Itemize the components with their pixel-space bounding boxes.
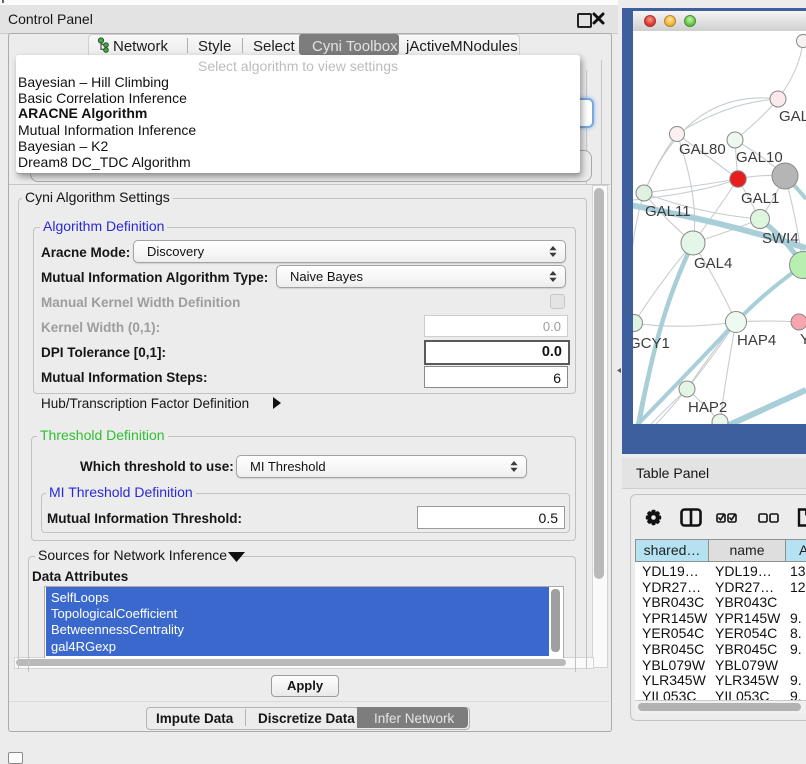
svg-text:HAP2: HAP2 — [688, 399, 727, 416]
svg-text:GAL2: GAL2 — [779, 108, 806, 125]
svg-text:GCY1: GCY1 — [633, 335, 670, 352]
svg-text:SWI4: SWI4 — [762, 230, 799, 247]
svg-text:GAL10: GAL10 — [736, 149, 783, 166]
svg-text:Y: Y — [800, 331, 806, 348]
svg-text:GAL80: GAL80 — [679, 141, 726, 158]
svg-text:GAL4: GAL4 — [694, 255, 732, 272]
svg-text:HAP4: HAP4 — [737, 332, 776, 349]
svg-text:GAL11: GAL11 — [645, 203, 691, 220]
svg-text:GAL1: GAL1 — [741, 190, 779, 207]
